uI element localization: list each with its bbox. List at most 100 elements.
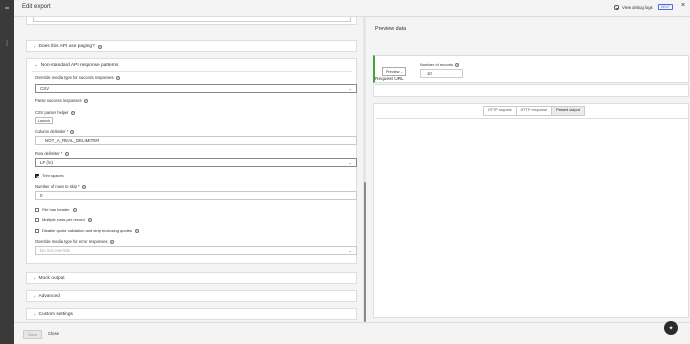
divider xyxy=(376,118,688,119)
help-icon[interactable]: ? xyxy=(81,184,86,189)
checkbox-icon[interactable] xyxy=(35,207,39,212)
records-text: Number of records xyxy=(420,62,454,67)
disable-quote-label: Disable quote validation and strip enclo… xyxy=(42,228,133,233)
row-delim-label: Row delimiter * ? xyxy=(35,151,69,156)
preview-button-label: Preview xyxy=(386,70,400,74)
override-success-value: CSV xyxy=(40,86,50,91)
left-scrollbar[interactable] xyxy=(363,17,366,322)
column-delim-label: Column delimiter * ? xyxy=(35,129,75,134)
chevron-right-icon: › xyxy=(34,294,36,299)
rows-skip-input[interactable]: 0 xyxy=(35,191,357,200)
close-button[interactable]: Close xyxy=(48,330,59,339)
chevron-right-icon: › xyxy=(34,44,36,49)
strip-icon xyxy=(5,7,9,9)
help-icon[interactable]: ? xyxy=(135,228,140,233)
help-icon[interactable]: ? xyxy=(70,110,75,115)
nonstandard-label: Non-standard API response patterns xyxy=(40,62,119,68)
checkbox-checked-icon[interactable] xyxy=(35,173,39,178)
file-header-label: File has header xyxy=(42,207,70,212)
divider xyxy=(32,71,352,72)
override-error-select[interactable]: Do not override ⌄ xyxy=(35,246,357,255)
override-error-label: Override media type for error responses … xyxy=(35,239,114,244)
column-delimiter-input[interactable]: NOT_A_REAL_DELIMITER xyxy=(35,136,357,145)
help-icon[interactable]: ? xyxy=(115,75,120,80)
tab-parsed-output[interactable]: Parsed output xyxy=(552,107,584,115)
advanced-label: Advanced xyxy=(38,294,60,299)
row-delim-text: Row delimiter * xyxy=(35,151,63,156)
tab-http-response[interactable]: HTTP response xyxy=(516,107,553,115)
help-icon[interactable]: ? xyxy=(70,129,75,134)
panel-header: Edit export View debug logs HELP × xyxy=(14,0,690,17)
override-success-label: Override media type for success response… xyxy=(35,75,120,80)
paging-label: Does this API use paging? xyxy=(38,44,95,49)
records-label: Number of records ? xyxy=(420,62,460,67)
save-button[interactable]: Save xyxy=(23,330,42,339)
launch-button[interactable]: Launch xyxy=(35,117,53,124)
request-url-box xyxy=(373,84,689,97)
strip-icon xyxy=(6,40,8,46)
chevron-right-icon: › xyxy=(34,276,36,281)
file-has-header-checkbox[interactable]: File has header ? xyxy=(35,207,77,212)
row-delimiter-select[interactable]: LF (\n) ⌄ xyxy=(35,158,357,167)
chevron-down-icon: ⌄ xyxy=(34,62,38,67)
help-icon[interactable]: ? xyxy=(72,207,77,212)
multi-rows-label: Multiple rows per record xyxy=(42,217,85,222)
chevron-down-icon: ⌄ xyxy=(348,248,352,253)
column-delim-text: Column delimiter * xyxy=(35,129,69,134)
help-icon[interactable]: ? xyxy=(87,217,92,222)
csv-helper-text: CSV parser helper xyxy=(35,110,69,115)
view-debug-logs-link[interactable]: View debug logs xyxy=(614,5,653,10)
nonstandard-header[interactable]: ⌄ Non-standard API response patterns xyxy=(34,62,118,68)
override-error-placeholder: Do not override xyxy=(40,248,71,253)
tab-http-request[interactable]: HTTP request xyxy=(484,107,517,115)
paging-section[interactable]: › Does this API use paging? ? xyxy=(26,40,357,52)
bug-icon xyxy=(614,5,619,10)
chevron-right-icon: › xyxy=(34,312,36,317)
help-icon[interactable]: ? xyxy=(109,239,114,244)
trim-spaces-label: Trim spaces xyxy=(42,173,64,178)
previous-field-input[interactable] xyxy=(33,17,351,22)
custom-settings-section[interactable]: › Custom settings xyxy=(26,308,357,320)
output-box: HTTP request HTTP response Parsed output xyxy=(373,103,689,318)
preview-title: Preview data xyxy=(375,26,407,32)
disable-quote-checkbox[interactable]: Disable quote validation and strip enclo… xyxy=(35,228,140,233)
sparkle-icon: ✦ xyxy=(668,325,674,332)
override-error-text: Override media type for error responses xyxy=(35,239,108,244)
custom-settings-label: Custom settings xyxy=(38,312,73,317)
preview-panel: Preview data Preview ⌄ Number of records… xyxy=(373,17,690,322)
assistant-fab[interactable]: ✦ xyxy=(664,321,678,335)
chevron-down-icon: ⌄ xyxy=(348,86,352,91)
row-delim-value: LF (\n) xyxy=(40,160,53,165)
previous-field-card xyxy=(26,17,357,25)
mock-output-section[interactable]: › Mock output xyxy=(26,272,357,284)
help-icon[interactable]: ? xyxy=(455,62,460,67)
help-icon[interactable]: ? xyxy=(83,98,88,103)
multiple-rows-checkbox[interactable]: Multiple rows per record ? xyxy=(35,217,92,222)
help-button[interactable]: HELP xyxy=(658,4,673,10)
scrollbar-thumb[interactable] xyxy=(363,182,366,322)
checkbox-icon[interactable] xyxy=(35,228,39,233)
override-success-text: Override media type for success response… xyxy=(35,75,114,80)
output-tabs: HTTP request HTTP response Parsed output xyxy=(483,106,585,116)
preview-button[interactable]: Preview ⌄ xyxy=(382,67,406,76)
records-input[interactable]: 10 xyxy=(420,69,463,78)
page-title: Edit export xyxy=(22,4,51,10)
override-success-select[interactable]: CSV ⌄ xyxy=(35,84,357,93)
app-side-strip xyxy=(0,0,14,344)
debug-label: View debug logs xyxy=(622,5,653,10)
parse-success-label: Parse success responses ? xyxy=(35,98,88,103)
csv-helper-label: CSV parser helper ? xyxy=(35,110,75,115)
rows-skip-text: Number of rows to skip * xyxy=(35,184,80,189)
parse-success-text: Parse success responses xyxy=(35,98,82,103)
help-icon[interactable]: ? xyxy=(97,44,102,49)
chevron-down-icon[interactable]: ⌄ xyxy=(400,68,403,76)
checkbox-icon[interactable] xyxy=(35,217,39,222)
request-url-label: Request URL xyxy=(375,77,404,82)
chevron-down-icon: ⌄ xyxy=(348,160,352,165)
footer: Save Close xyxy=(14,323,690,344)
advanced-section[interactable]: › Advanced xyxy=(26,290,357,302)
trim-spaces-checkbox[interactable]: Trim spaces xyxy=(35,173,64,178)
preview-controls: Preview ⌄ Number of records ? 10 xyxy=(373,55,689,83)
help-icon[interactable]: ? xyxy=(64,151,69,156)
close-icon[interactable]: × xyxy=(681,2,685,9)
